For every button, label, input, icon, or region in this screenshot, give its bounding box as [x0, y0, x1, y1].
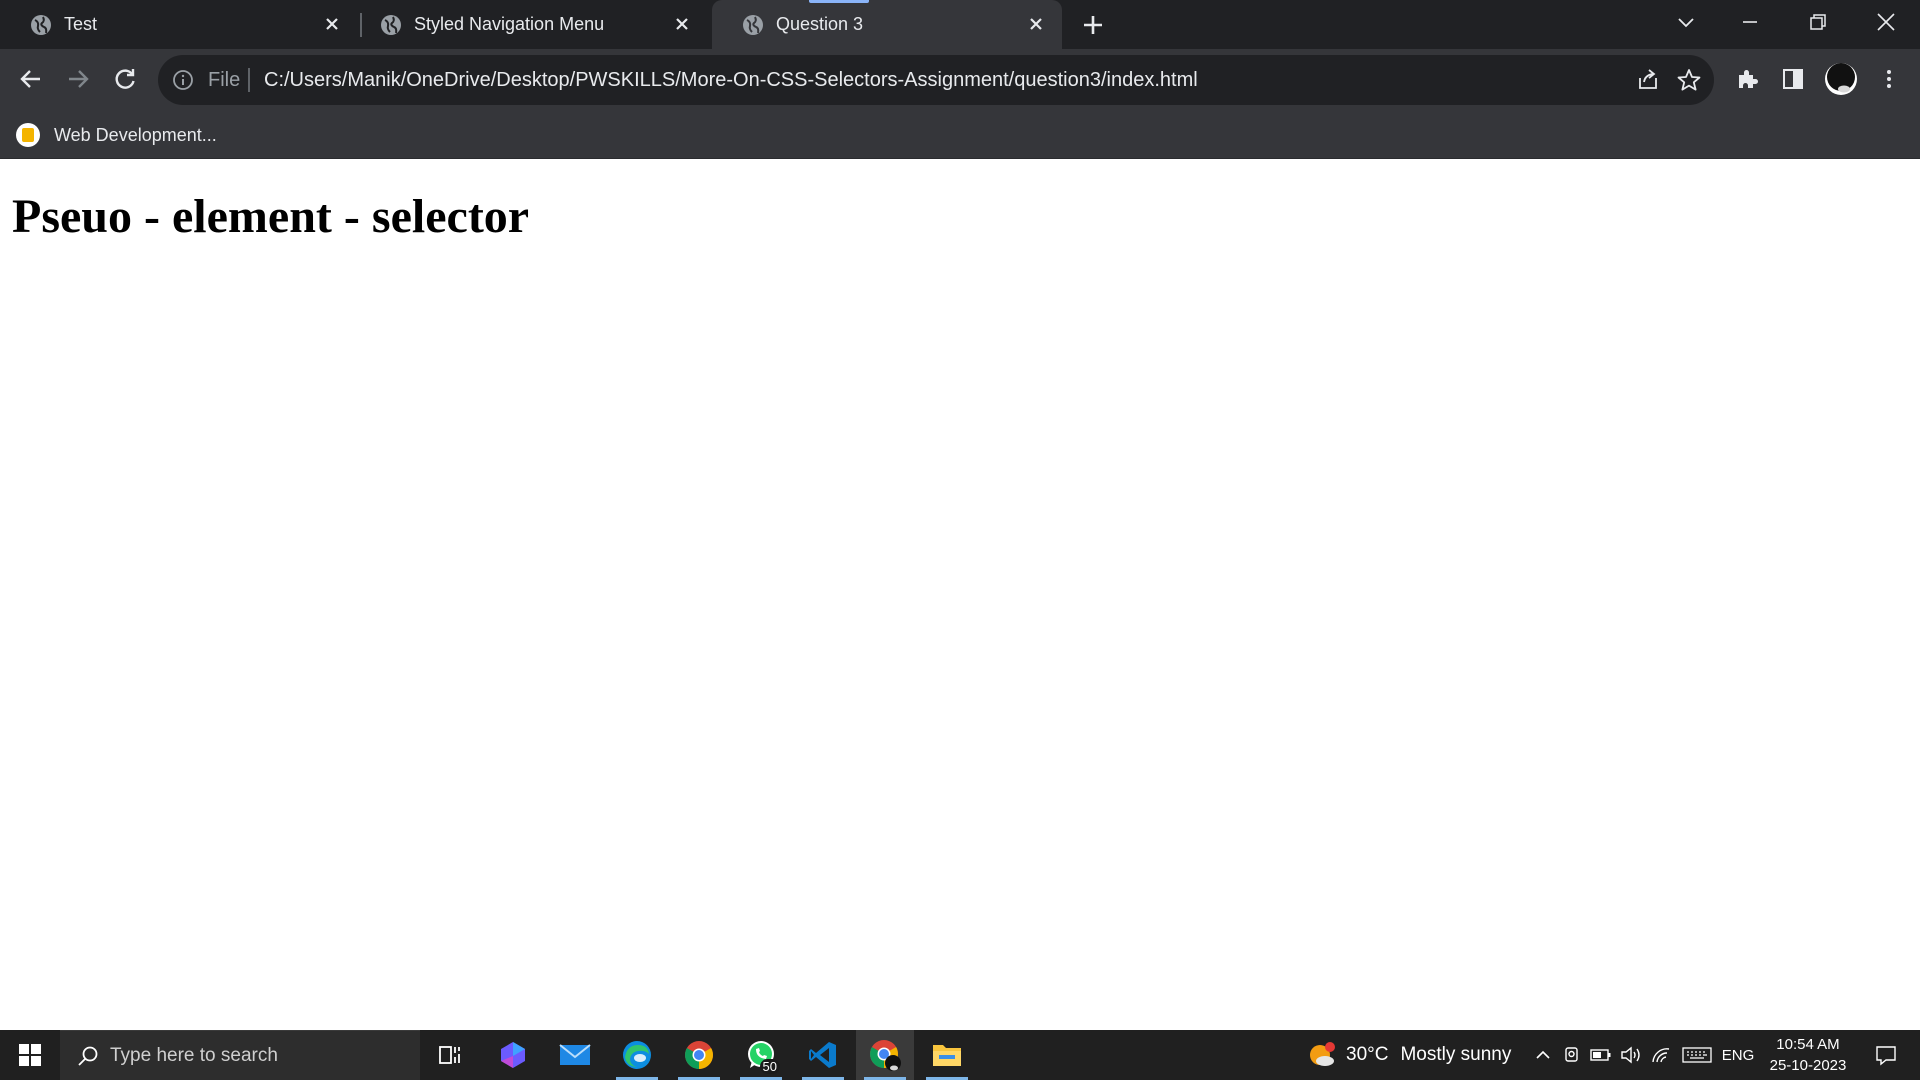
- puzzle-icon: [1739, 70, 1758, 88]
- restore-button[interactable]: [1790, 0, 1846, 44]
- weather-sunny-icon: [1310, 1042, 1335, 1066]
- edge-button[interactable]: [608, 1030, 666, 1080]
- globe-icon: [31, 15, 51, 35]
- arrow-left-icon: [20, 70, 40, 88]
- meet-now-button[interactable]: [1560, 1030, 1584, 1080]
- search-icon: [78, 1046, 98, 1066]
- omnibox-divider: [248, 68, 250, 92]
- clock-time: 10:54 AM: [1776, 1036, 1840, 1053]
- tab-title: Styled Navigation Menu: [414, 14, 605, 34]
- mail-icon: [559, 1044, 591, 1065]
- notification-icon: [1876, 1046, 1896, 1066]
- tab-question-3[interactable]: Question 3: [712, 0, 1062, 49]
- windows-taskbar: Type here to search 50 30°C Mostly sunny…: [0, 1030, 1920, 1080]
- battery-icon: [1590, 1049, 1611, 1061]
- new-tab-button[interactable]: [1080, 12, 1106, 38]
- side-panel-button[interactable]: [1776, 62, 1810, 96]
- back-button[interactable]: [14, 62, 48, 96]
- taskbar-search-box[interactable]: Type here to search: [60, 1030, 420, 1080]
- side-panel-icon: [1783, 69, 1803, 89]
- notifications-button[interactable]: [1864, 1030, 1908, 1080]
- browser-toolbar: File C:/Users/Manik/OneDrive/Desktop/PWS…: [0, 49, 1920, 111]
- tab-title: Question 3: [776, 14, 864, 34]
- url-text[interactable]: C:/Users/Manik/OneDrive/Desktop/PWSKILLS…: [264, 55, 1198, 105]
- page-heading: Pseuo - element - selector: [12, 190, 530, 243]
- show-hidden-icons-button[interactable]: [1530, 1030, 1556, 1080]
- clock[interactable]: 10:54 AM 25-10-2023: [1758, 1034, 1858, 1076]
- globe-icon: [381, 15, 401, 35]
- chevron-up-icon: [1536, 1050, 1550, 1059]
- close-window-button[interactable]: [1858, 0, 1914, 44]
- task-view-icon: [439, 1046, 460, 1064]
- close-icon[interactable]: [322, 14, 342, 34]
- clock-date: 25-10-2023: [1769, 1057, 1847, 1074]
- reload-icon: [115, 69, 135, 89]
- search-placeholder: Type here to search: [110, 1045, 278, 1066]
- copilot-icon: [501, 1042, 525, 1068]
- tab-title: Test: [64, 14, 98, 34]
- tab-styled-navigation-menu[interactable]: Styled Navigation Menu: [350, 0, 708, 49]
- tab-search-button[interactable]: [1658, 0, 1714, 44]
- bookmark-favicon-icon: [16, 123, 40, 147]
- close-icon[interactable]: [672, 14, 692, 34]
- keyboard-icon: [1682, 1047, 1712, 1063]
- profile-button[interactable]: [1824, 62, 1858, 96]
- vscode-button[interactable]: [794, 1030, 852, 1080]
- share-icon[interactable]: [1636, 68, 1660, 92]
- forward-button[interactable]: [61, 62, 95, 96]
- windows-logo-icon: [19, 1044, 41, 1066]
- speaker-icon: [1621, 1046, 1640, 1064]
- mail-button[interactable]: [546, 1030, 604, 1080]
- loading-indicator: [809, 0, 869, 3]
- bookmark-web-development[interactable]: Web Development...: [16, 119, 217, 151]
- edge-icon: [623, 1041, 651, 1069]
- copilot-button[interactable]: [484, 1030, 542, 1080]
- task-view-button[interactable]: [421, 1030, 479, 1080]
- close-icon: [1877, 13, 1895, 31]
- weather-widget[interactable]: 30°C Mostly sunny: [1308, 1030, 1511, 1080]
- chrome-button[interactable]: [670, 1030, 728, 1080]
- wifi-icon: [1652, 1048, 1670, 1063]
- chevron-down-icon: [1678, 18, 1694, 28]
- menu-button[interactable]: [1872, 62, 1906, 96]
- avatar: [1825, 63, 1857, 95]
- weather-temperature: 30°C: [1346, 1044, 1389, 1065]
- globe-icon: [743, 15, 763, 35]
- volume-button[interactable]: [1618, 1030, 1644, 1080]
- bookmark-label: Web Development...: [54, 124, 217, 145]
- folder-icon: [933, 1045, 961, 1066]
- arrow-right-icon: [69, 70, 89, 88]
- touch-keyboard-button[interactable]: [1680, 1030, 1714, 1080]
- chrome-profile-button[interactable]: [856, 1030, 914, 1080]
- camera-icon: [1565, 1047, 1578, 1062]
- tab-test[interactable]: Test: [0, 0, 358, 49]
- language-indicator: ENG: [1721, 1046, 1755, 1064]
- extensions-button[interactable]: [1730, 62, 1764, 96]
- notification-badge: 50: [759, 1059, 780, 1074]
- page-content: Pseuo - element - selector: [0, 159, 1920, 1030]
- whatsapp-button[interactable]: 50: [732, 1030, 790, 1080]
- file-explorer-button[interactable]: [918, 1030, 976, 1080]
- info-icon[interactable]: [172, 69, 194, 91]
- start-button[interactable]: [0, 1030, 60, 1080]
- weather-condition: Mostly sunny: [1400, 1044, 1512, 1065]
- address-bar[interactable]: File C:/Users/Manik/OneDrive/Desktop/PWS…: [158, 55, 1714, 105]
- tab-strip: Test Styled Navigation Menu Question 3: [0, 0, 1920, 49]
- battery-button[interactable]: [1588, 1030, 1614, 1080]
- minimize-button[interactable]: [1722, 0, 1778, 44]
- star-icon[interactable]: [1676, 67, 1702, 93]
- restore-icon: [1810, 14, 1826, 30]
- reload-button[interactable]: [108, 62, 142, 96]
- chrome-icon: [870, 1040, 901, 1071]
- network-button[interactable]: [1648, 1030, 1674, 1080]
- minimize-icon: [1743, 21, 1757, 23]
- chrome-icon: [685, 1041, 713, 1069]
- input-language-button[interactable]: ENG: [1720, 1030, 1756, 1080]
- scheme-label: File: [208, 69, 241, 91]
- more-vert-icon: [1887, 70, 1891, 88]
- vscode-icon: [809, 1042, 836, 1068]
- close-icon[interactable]: [1026, 14, 1046, 34]
- bookmarks-bar: Web Development...: [0, 111, 1920, 159]
